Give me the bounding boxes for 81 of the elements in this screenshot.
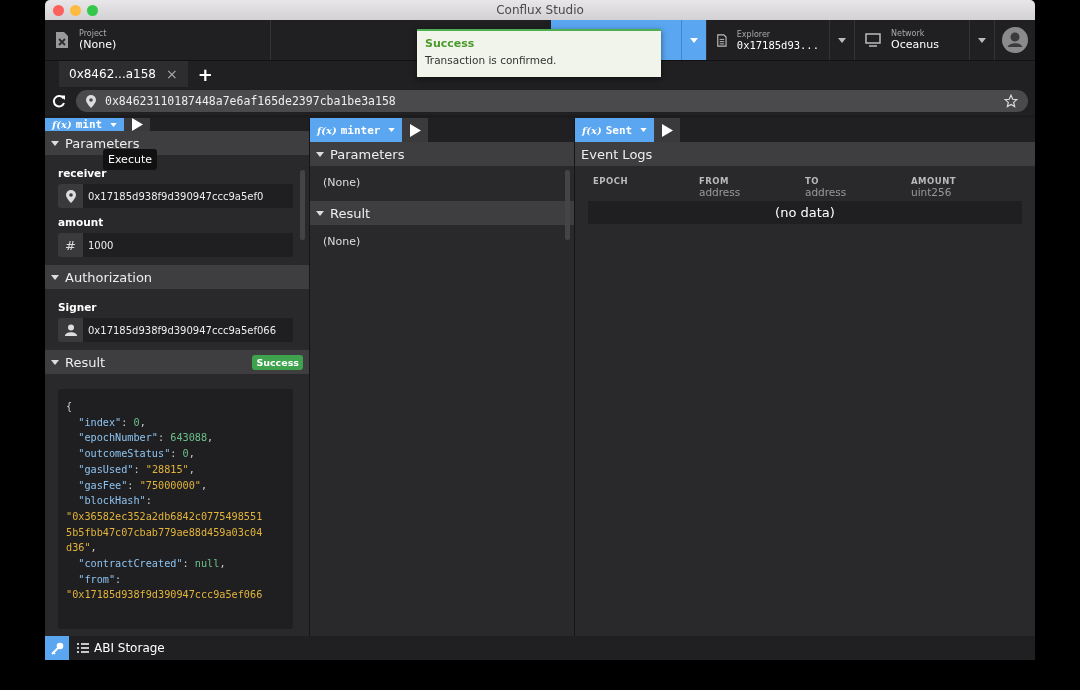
document-icon <box>717 31 727 49</box>
function-icon: f(x) <box>582 124 602 136</box>
close-window-icon[interactable] <box>53 4 64 16</box>
caret-icon <box>316 151 324 157</box>
success-badge: Success <box>252 354 303 370</box>
list-icon <box>77 643 89 653</box>
address-field[interactable]: 0x84623110187448a7e6af165de2397cba1be3a158 <box>76 90 1028 112</box>
function-icon: f(x) <box>52 119 72 130</box>
column-header: AMOUNT <box>911 176 958 186</box>
caret-icon <box>838 37 846 43</box>
section-header[interactable]: Event Logs <box>575 142 1035 166</box>
caret-icon <box>51 359 59 365</box>
toast-title: Success <box>425 37 476 50</box>
scrollbar[interactable] <box>300 170 305 240</box>
location-pin-icon <box>86 94 96 108</box>
caret-icon <box>316 210 324 216</box>
project-selector[interactable]: Project (None) <box>45 20 271 60</box>
field-label: receiver <box>58 167 108 179</box>
reload-icon[interactable] <box>52 94 66 108</box>
execute-button[interactable] <box>124 118 151 131</box>
section-header[interactable]: Result <box>310 201 574 225</box>
execute-button[interactable] <box>654 118 681 142</box>
project-name: (None) <box>79 38 117 51</box>
monitor-icon <box>865 33 881 47</box>
execute-button[interactable] <box>402 118 429 142</box>
explorer-address: 0x17185d93... <box>736 38 819 51</box>
key-button[interactable] <box>45 636 69 660</box>
zoom-window-icon[interactable] <box>87 4 98 16</box>
scrollbar[interactable] <box>565 170 570 240</box>
field-label: amount <box>58 216 105 228</box>
caret-icon <box>690 37 698 43</box>
project-label: Project <box>79 29 108 38</box>
caret-icon <box>110 122 118 127</box>
user-icon <box>64 324 77 336</box>
caret-icon <box>51 274 59 280</box>
explorer-selector[interactable]: Explorer 0x17185d93... <box>707 20 830 60</box>
column-header: EPOCH <box>593 176 630 186</box>
caret-icon <box>640 128 648 132</box>
input-field[interactable]: 0x17185d938f9d390947ccc9a5ef066 <box>83 318 293 342</box>
caret-icon <box>51 140 59 146</box>
explorer-label: Explorer <box>736 29 772 39</box>
empty-value-text: (None) <box>323 235 361 248</box>
toast-message: Transaction is confirmed. <box>425 54 558 66</box>
star-icon[interactable] <box>1004 94 1018 108</box>
section-header[interactable]: Result Success <box>45 350 309 374</box>
user-avatar-icon[interactable] <box>1002 27 1028 53</box>
location-pin-icon <box>65 189 76 203</box>
hash-icon: # <box>65 237 76 253</box>
execute-tooltip: Execute <box>103 149 157 170</box>
contract-tab[interactable]: 0x8462...a158 × <box>59 61 188 87</box>
add-tab-button[interactable]: + <box>197 63 213 85</box>
caret-icon <box>978 37 986 43</box>
field-label: Signer <box>58 301 98 313</box>
window-title: Conflux Studio <box>496 3 584 17</box>
file-x-icon <box>55 31 69 49</box>
input-field[interactable]: 0x17185d938f9d390947ccc9a5ef0 <box>83 184 293 208</box>
column-type: address <box>699 186 742 198</box>
key-icon <box>50 641 64 655</box>
column-type: address <box>805 186 848 198</box>
network-name: Oceanus <box>891 38 939 51</box>
column-type: uint256 <box>911 186 953 198</box>
empty-value-text: (None) <box>323 176 361 189</box>
contract-dropdown-button[interactable] <box>681 20 707 60</box>
code-block: { "index": 0, "epochNumber": 643088, "outcomeStatus": 0, "gasUsed": "28815", "gasFee": "75000000", "blockHash": "0x36582ec352a2db6842c0775498551 5b5fbb47c07cbab779ae88d459a03c04 d36", "contractCreated": null, "from": "0x17185d938f9d390947ccc9a5ef066 <box>58 389 293 629</box>
tab-label: 0x8462...a158 <box>69 67 156 81</box>
tab-close-button[interactable]: × <box>166 66 178 82</box>
abi-storage-button[interactable]: ABI Storage <box>69 641 173 655</box>
section-header[interactable]: Authorization <box>45 265 309 289</box>
input-field[interactable]: 1000 <box>83 233 293 257</box>
section-header[interactable]: Parameters <box>310 142 574 166</box>
play-icon <box>131 118 143 131</box>
section-header[interactable]: Parameters <box>45 131 309 155</box>
caret-icon <box>388 128 396 132</box>
play-icon <box>661 123 673 137</box>
function-icon: f(x) <box>317 124 337 136</box>
play-icon <box>410 123 421 137</box>
column-header: TO <box>805 176 821 186</box>
network-label: Network <box>891 29 926 38</box>
column-header: FROM <box>699 176 731 186</box>
empty-table-row: (no data) <box>588 201 1022 224</box>
network-selector[interactable]: Network Oceanus <box>855 20 970 60</box>
